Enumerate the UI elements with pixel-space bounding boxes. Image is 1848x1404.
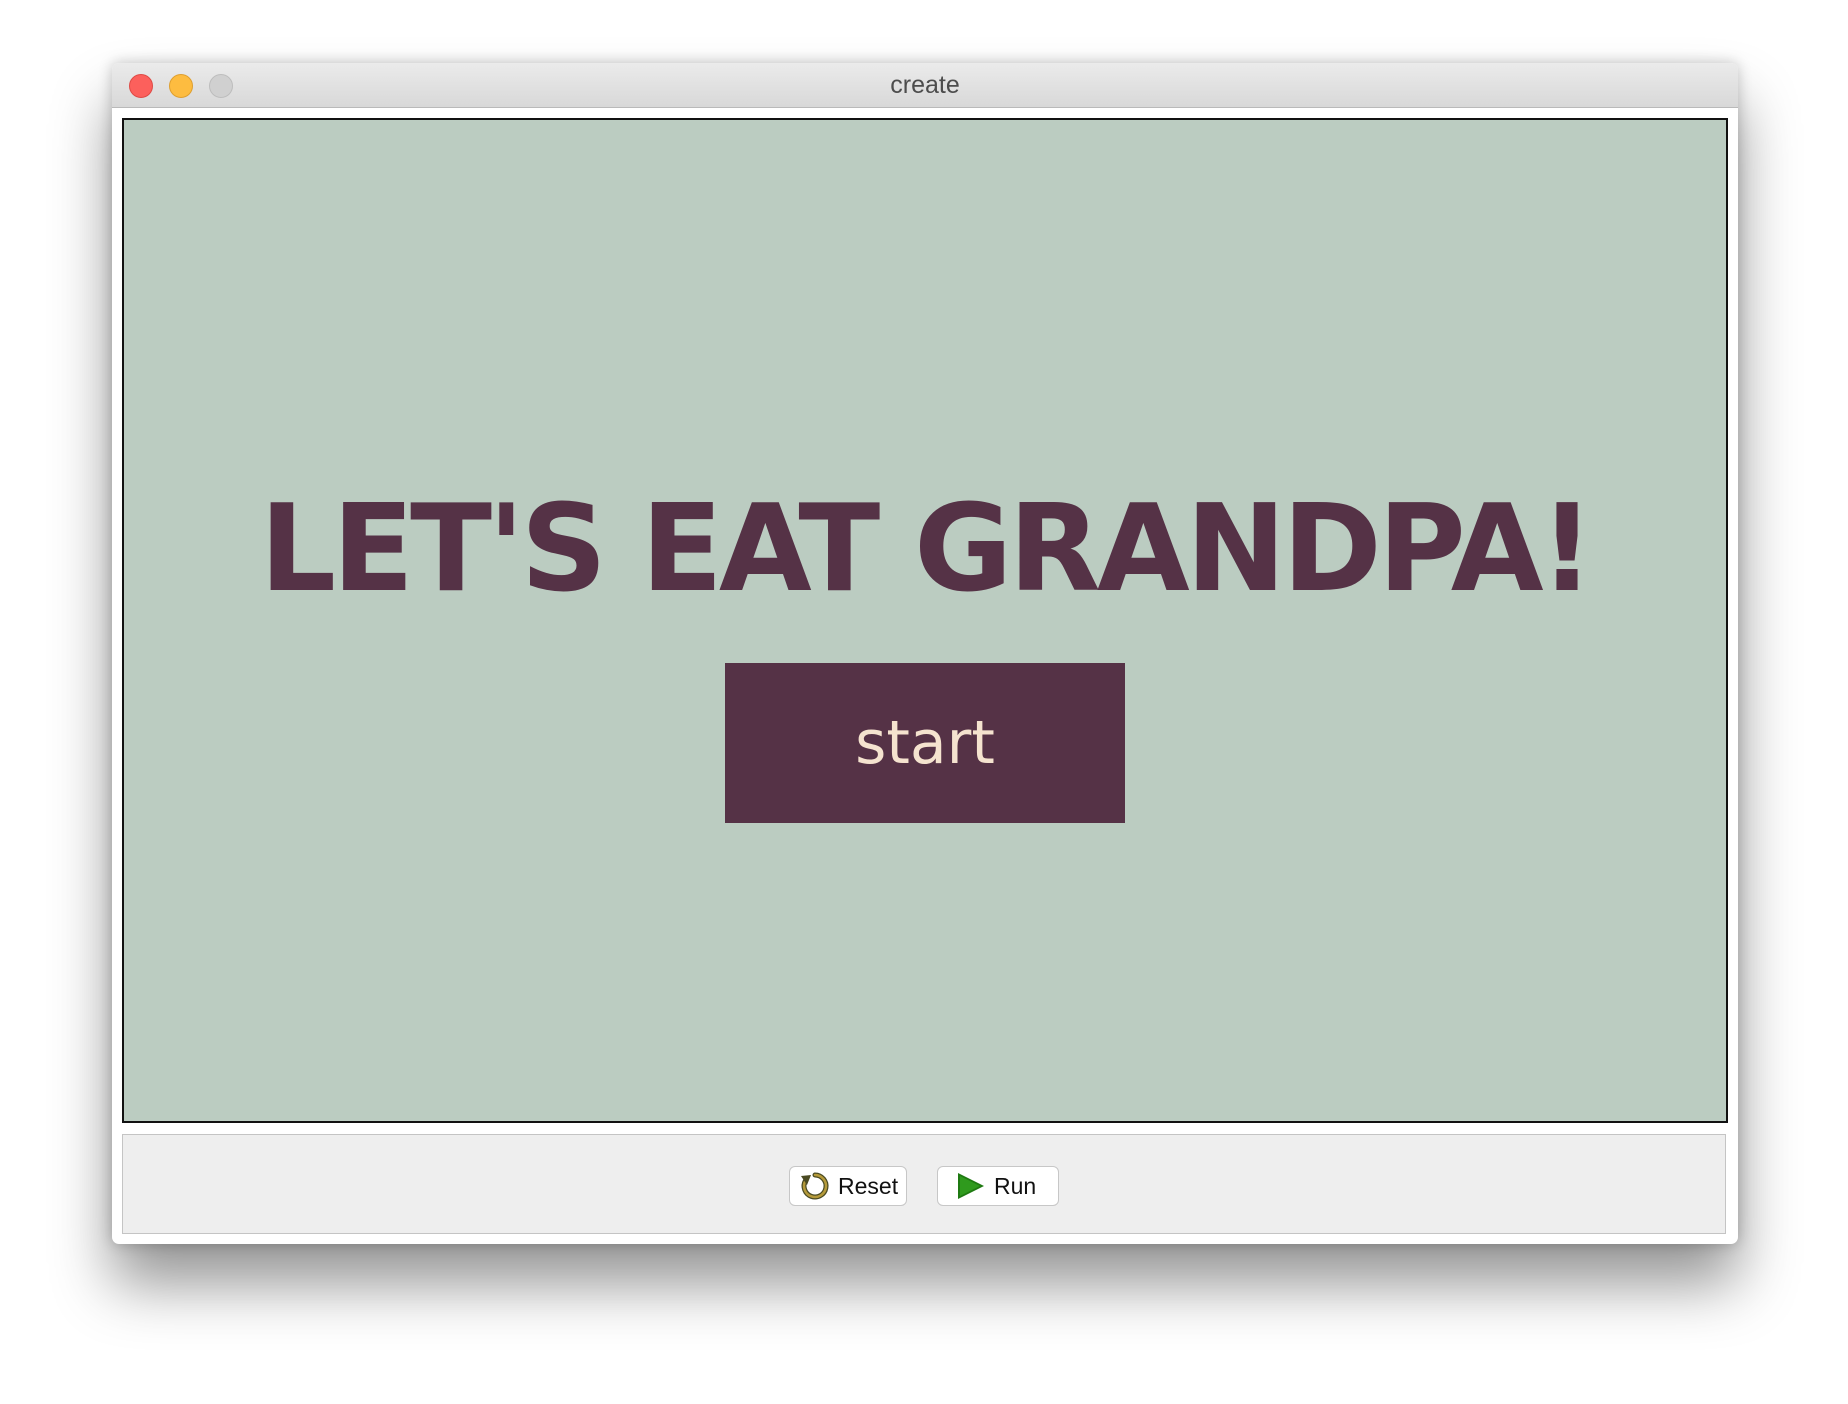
title-bar: create: [112, 63, 1738, 108]
play-icon: [956, 1171, 986, 1201]
run-button[interactable]: Run: [937, 1166, 1059, 1206]
game-canvas[interactable]: LET'S EAT GRANDPA! start: [122, 118, 1728, 1123]
window-title: create: [890, 71, 960, 99]
start-button[interactable]: start: [725, 663, 1125, 823]
reset-label: Reset: [838, 1172, 899, 1199]
reset-button[interactable]: Reset: [789, 1166, 907, 1206]
run-label: Run: [994, 1172, 1037, 1199]
game-title: LET'S EAT GRANDPA!: [259, 480, 1595, 619]
control-toolbar: Reset Run: [122, 1134, 1726, 1234]
reset-icon: [800, 1171, 830, 1201]
app-window: create LET'S EAT GRANDPA! start Reset Ru…: [112, 63, 1738, 1244]
